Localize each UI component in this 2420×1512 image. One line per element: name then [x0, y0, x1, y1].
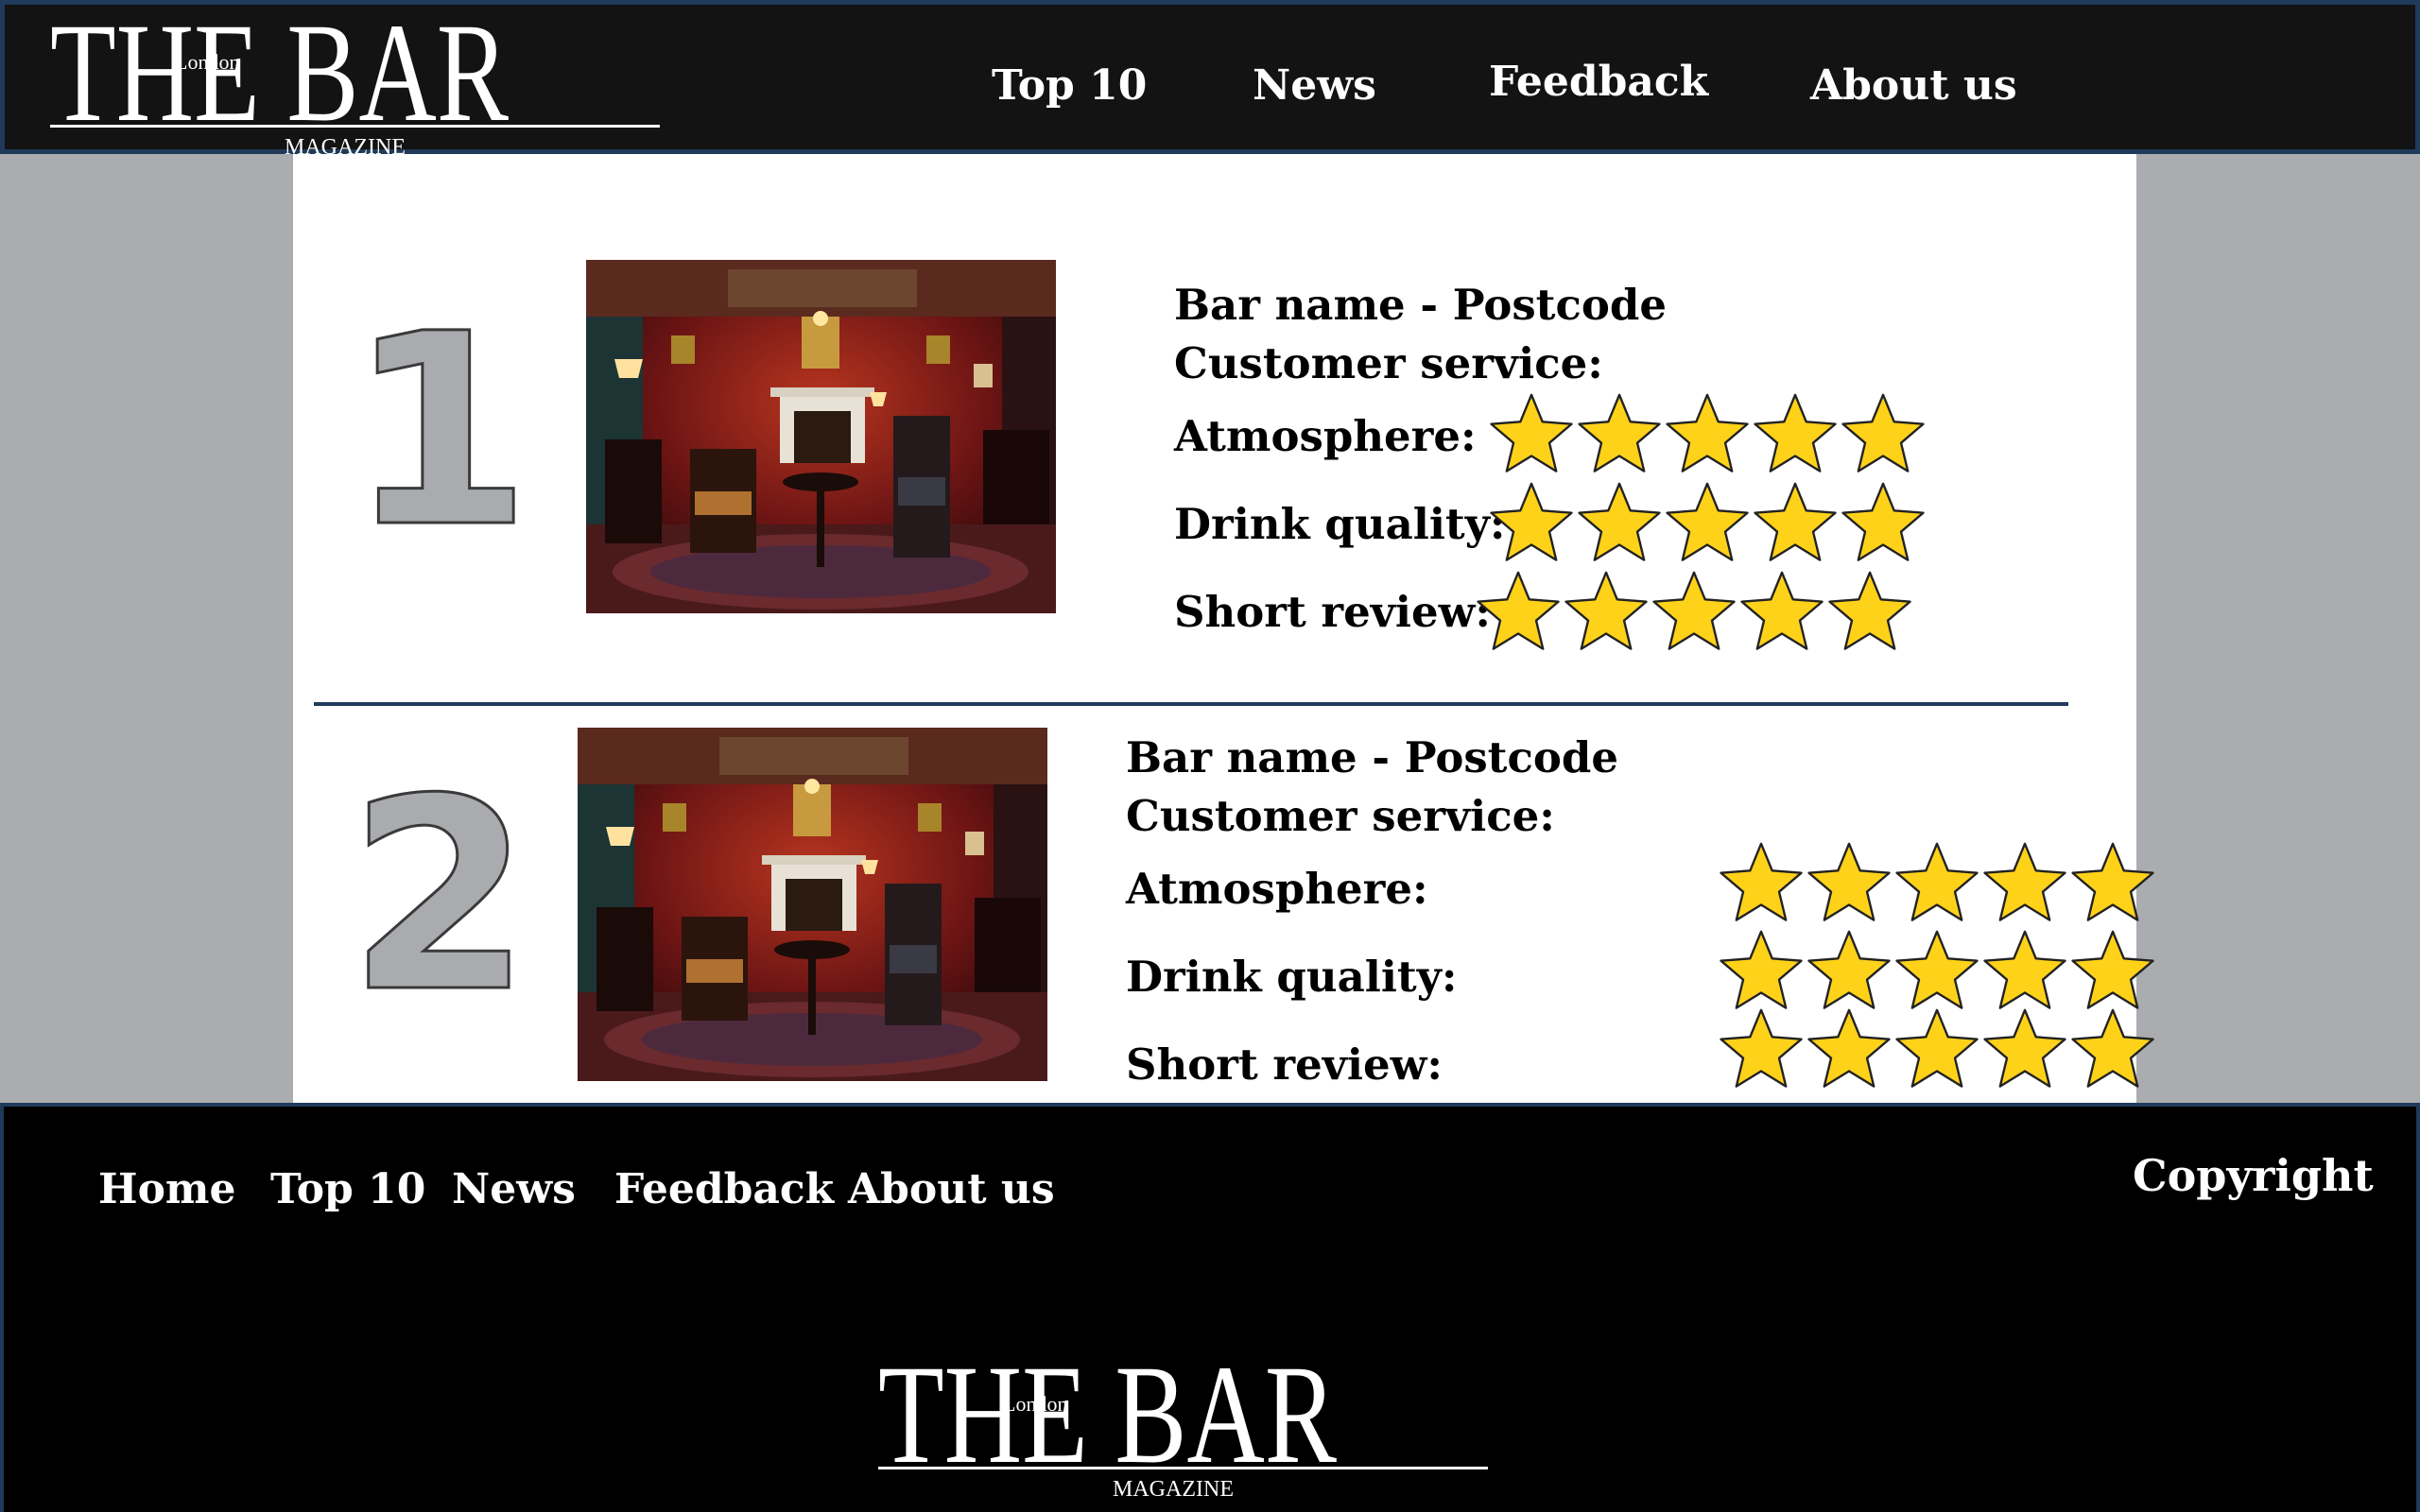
star-icon — [1666, 482, 1749, 561]
short-review-rating — [1716, 1007, 2169, 1097]
rank-number: 2 — [345, 742, 534, 1053]
star-icon — [1490, 393, 1573, 472]
star-icon — [1490, 482, 1573, 561]
logo-city: London — [175, 50, 239, 74]
drink-quality-label: Drink quality: — [1126, 952, 1458, 1002]
nav-news[interactable]: News — [1253, 65, 1376, 107]
copyright-link[interactable]: Copyright — [2133, 1154, 2374, 1197]
logo-rule — [50, 125, 660, 128]
star-icon — [1895, 930, 1979, 1009]
star-icon — [1895, 842, 1979, 921]
star-icon — [1983, 1008, 2066, 1088]
star-icon — [1754, 393, 1837, 472]
star-icon — [1477, 571, 1560, 650]
footer-nav-feedback[interactable]: Feedback — [614, 1169, 834, 1211]
star-icon — [1983, 930, 2066, 1009]
svg-text:1: 1 — [348, 278, 532, 586]
short-review-label: Short review: — [1174, 587, 1491, 637]
star-icon — [1807, 842, 1891, 921]
star-icon — [1983, 842, 2066, 921]
atmosphere-rating — [1486, 392, 1940, 482]
bar-title[interactable]: Bar name - Postcode — [1126, 736, 1618, 779]
star-icon — [1666, 393, 1749, 472]
drink-quality-label: Drink quality: — [1174, 499, 1506, 549]
star-icon — [1578, 393, 1661, 472]
atmosphere-label: Atmosphere: — [1126, 864, 1428, 914]
star-icon — [2071, 930, 2154, 1009]
short-review-label: Short review: — [1126, 1040, 1443, 1090]
entry-divider — [314, 702, 2068, 706]
nav-about-us[interactable]: About us — [1810, 65, 2017, 107]
site-footer: Home Top 10 News Feedback About us Copyr… — [0, 1103, 2420, 1512]
svg-text:2: 2 — [348, 743, 532, 1051]
bar-photo[interactable] — [586, 260, 1056, 613]
star-icon — [1720, 930, 1803, 1009]
footer-logo[interactable]: THE BAR London MAGAZINE — [878, 1352, 1493, 1503]
bar-title[interactable]: Bar name - Postcode — [1174, 284, 1667, 326]
short-review-rating — [1473, 570, 1927, 660]
star-icon — [1740, 571, 1824, 650]
customer-service-label: Customer service: — [1126, 791, 1555, 841]
logo-rule — [878, 1467, 1488, 1469]
footer-nav-top10[interactable]: Top 10 — [270, 1169, 425, 1211]
bar-photo[interactable] — [578, 728, 1047, 1081]
star-icon — [1720, 1008, 1803, 1088]
nav-top10[interactable]: Top 10 — [992, 65, 1147, 107]
logo-wordmark: THE BAR — [878, 1352, 1337, 1493]
star-icon — [1564, 571, 1648, 650]
logo-graphic: THE BAR London MAGAZINE — [50, 10, 660, 160]
star-icon — [1652, 571, 1736, 650]
drink-quality-rating — [1486, 481, 1940, 571]
star-icon — [1807, 930, 1891, 1009]
atmosphere-rating — [1716, 841, 2169, 931]
footer-nav-news[interactable]: News — [452, 1169, 576, 1211]
site-header: THE BAR London MAGAZINE Top 10 News Feed… — [0, 0, 2420, 160]
rank-number: 1 — [345, 277, 534, 588]
footer-nav-about-us[interactable]: About us — [848, 1169, 1055, 1211]
star-icon — [2071, 1008, 2154, 1088]
star-icon — [2071, 842, 2154, 921]
star-icon — [1720, 842, 1803, 921]
top10-list: 1 Bar name - Postcode Customer service: … — [293, 154, 2154, 1103]
atmosphere-label: Atmosphere: — [1174, 411, 1477, 461]
star-icon — [1807, 1008, 1891, 1088]
header-logo[interactable]: THE BAR London MAGAZINE — [50, 10, 665, 162]
star-icon — [1841, 393, 1925, 472]
star-icon — [1754, 482, 1837, 561]
star-icon — [1828, 571, 1911, 650]
footer-nav-home[interactable]: Home — [98, 1169, 235, 1211]
star-icon — [1895, 1008, 1979, 1088]
star-icon — [1841, 482, 1925, 561]
logo-city: London — [1003, 1392, 1067, 1416]
logo-subtitle: MAGAZINE — [1113, 1477, 1234, 1502]
drink-quality-rating — [1716, 929, 2169, 1019]
customer-service-label: Customer service: — [1174, 338, 1603, 388]
nav-feedback[interactable]: Feedback — [1489, 61, 1708, 103]
logo-wordmark: THE BAR — [50, 10, 509, 151]
logo-graphic: THE BAR London MAGAZINE — [878, 1352, 1488, 1502]
star-icon — [1578, 482, 1661, 561]
